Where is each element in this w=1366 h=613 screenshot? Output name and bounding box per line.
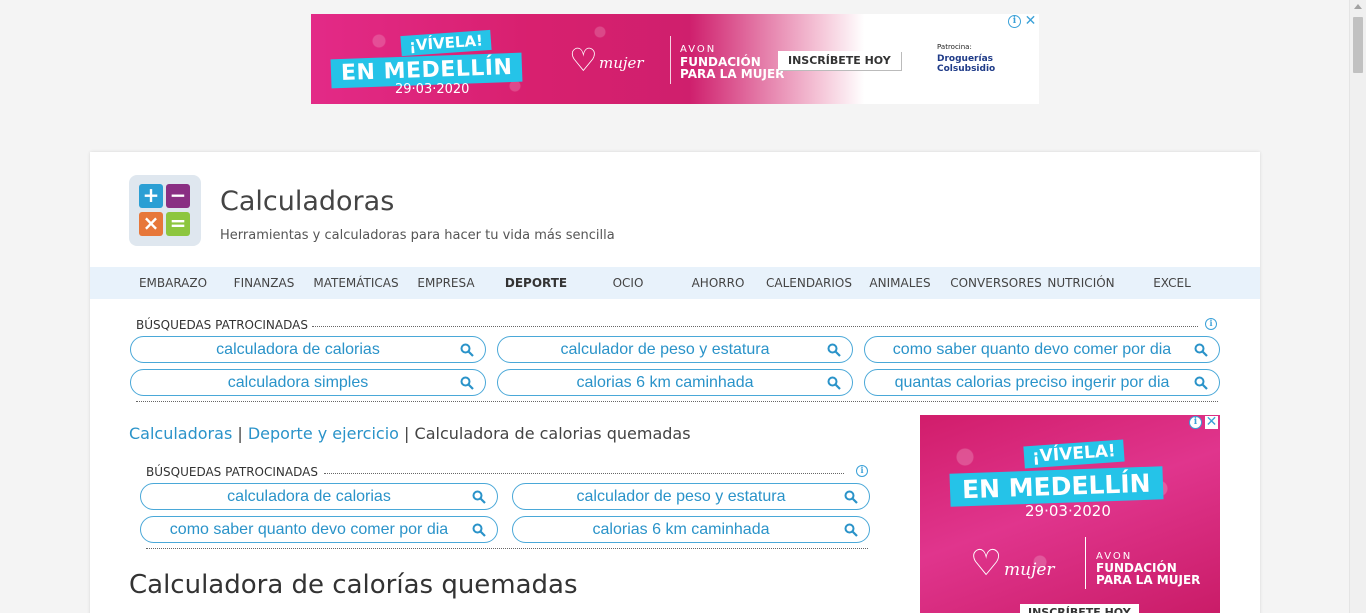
ad-cta-button[interactable]: INSCRÍBETE HOY — [778, 51, 901, 70]
ad-fundacion: FUNDACIÓN PARA LA MUJER — [1096, 562, 1200, 586]
sponsored-searches-label: BÚSQUEDAS PATROCINADAS — [146, 465, 318, 479]
ad-avon: AVON — [680, 44, 717, 55]
ad-brand-logo: ♡ mujer — [569, 36, 659, 88]
ad-brand-text: mujer — [599, 54, 644, 72]
ad-close-icon[interactable]: ✕ — [1205, 415, 1218, 429]
nav-item-finanzas[interactable]: FINANZAS — [226, 267, 302, 299]
side-ad[interactable]: ¡VÍVELA! EN MEDELLÍN 29·03·2020 ♡ mujer … — [920, 415, 1220, 613]
times-icon: × — [139, 212, 163, 236]
dotted-divider — [136, 401, 1218, 402]
breadcrumb-separator: | — [237, 424, 248, 443]
ad-sponsor-name: Droguerías Colsubsidio — [937, 54, 996, 74]
site-logo[interactable]: + − × = — [129, 175, 201, 246]
nav-item-animales[interactable]: ANIMALES — [862, 267, 938, 299]
sponsored-search-link[interactable]: calculadora de calorias — [130, 336, 486, 363]
sponsored-search-text: calculador de peso y estatura — [560, 341, 770, 358]
ad-fundacion-line2: PARA LA MUJER — [680, 67, 785, 81]
nav-item-ahorro[interactable]: AHORRO — [682, 267, 754, 299]
nav-item-embarazo[interactable]: EMBARAZO — [130, 267, 216, 299]
banner-ad[interactable]: ¡VÍVELA! EN MEDELLÍN 29·03·2020 ♡ mujer … — [311, 14, 1039, 104]
ad-divider — [1085, 537, 1086, 589]
breadcrumb: Calculadoras | Deporte y ejercicio | Cal… — [129, 424, 691, 443]
ad-divider — [670, 36, 671, 84]
sponsored-search-link[interactable]: calorias 6 km caminhada — [512, 516, 870, 543]
ad-info-icon[interactable]: i — [1008, 15, 1021, 28]
sponsored-search-link[interactable]: quantas calorias preciso ingerir por dia — [864, 369, 1220, 396]
scroll-up-arrow-icon[interactable] — [1354, 4, 1362, 9]
scrollbar-thumb[interactable] — [1353, 17, 1363, 73]
nav-item-conversores[interactable]: CONVERSORES — [946, 267, 1046, 299]
sponsored-search-link[interactable]: calorias 6 km caminhada — [497, 369, 853, 396]
sponsored-search-text: como saber quanto devo comer por dia — [169, 521, 449, 538]
ad-fundacion: FUNDACIÓN PARA LA MUJER — [680, 56, 784, 80]
sponsored-searches-label: BÚSQUEDAS PATROCINADAS — [136, 318, 308, 332]
ad-fundacion-line2: PARA LA MUJER — [1096, 573, 1201, 587]
minus-icon: − — [166, 184, 190, 208]
ad-brand-text: mujer — [1004, 560, 1055, 580]
info-icon[interactable]: i — [1205, 318, 1217, 330]
nav-item-matematicas[interactable]: MATEMÁTICAS — [308, 267, 404, 299]
page-scrollbar[interactable] — [1349, 0, 1366, 613]
search-icon — [844, 490, 858, 504]
site-tagline: Herramientas y calculadoras para hacer t… — [220, 228, 615, 243]
dotted-divider — [312, 326, 1198, 327]
ad-info-icon[interactable]: i — [1189, 416, 1202, 429]
main-nav: EMBARAZO FINANZAS MATEMÁTICAS EMPRESA DE… — [90, 267, 1260, 299]
ad-brand-logo: ♡ mujer — [970, 540, 1080, 595]
nav-item-ocio[interactable]: OCIO — [595, 267, 661, 299]
site-title[interactable]: Calculadoras — [220, 186, 394, 217]
search-icon — [1194, 343, 1208, 357]
sponsored-search-link[interactable]: calculadora simples — [130, 369, 486, 396]
page-title: Calculadora de calorías quemadas — [129, 570, 578, 600]
sponsored-search-link[interactable]: como saber quanto devo comer por dia — [864, 336, 1220, 363]
nav-item-calendarios[interactable]: CALENDARIOS — [764, 267, 854, 299]
sponsored-search-text: calculadora de calorias — [227, 488, 391, 505]
nav-item-empresa[interactable]: EMPRESA — [410, 267, 482, 299]
ad-sponsor-label: Patrocina: — [937, 43, 972, 51]
ad-close-icon[interactable]: ✕ — [1024, 14, 1037, 28]
breadcrumb-current: Calculadora de calorias quemadas — [414, 424, 691, 443]
breadcrumb-home-link[interactable]: Calculadoras — [129, 424, 232, 443]
search-icon — [827, 343, 841, 357]
sponsored-search-link[interactable]: como saber quanto devo comer por dia — [140, 516, 498, 543]
ad-date: 29·03·2020 — [1025, 502, 1111, 520]
search-icon — [844, 523, 858, 537]
main-card: + − × = Calculadoras Herramientas y calc… — [90, 152, 1260, 613]
dotted-divider — [324, 473, 844, 474]
sponsored-search-link[interactable]: calculador de peso y estatura — [497, 336, 853, 363]
sponsored-search-text: calculadora simples — [227, 374, 369, 391]
sponsored-search-text: como saber quanto devo comer por dia — [892, 341, 1172, 358]
breadcrumb-category-link[interactable]: Deporte y ejercicio — [248, 424, 399, 443]
ad-choices: i ✕ — [1008, 14, 1037, 28]
search-icon — [460, 376, 474, 390]
ad-cta-button[interactable]: INSCRÍBETE HOY — [1020, 604, 1139, 613]
dotted-divider — [146, 548, 868, 549]
ad-choices: i ✕ — [1189, 415, 1218, 429]
sponsored-search-text: calorias 6 km caminhada — [576, 374, 754, 391]
breadcrumb-separator: | — [404, 424, 415, 443]
search-icon — [472, 523, 486, 537]
search-icon — [472, 490, 486, 504]
search-icon — [460, 343, 474, 357]
heart-icon: ♡ — [970, 543, 1003, 584]
sponsored-search-link[interactable]: calculador de peso y estatura — [512, 483, 870, 510]
nav-item-deporte[interactable]: DEPORTE — [496, 267, 576, 299]
nav-item-excel[interactable]: EXCEL — [1142, 267, 1202, 299]
sponsored-search-text: calculador de peso y estatura — [576, 488, 786, 505]
heart-icon: ♡ — [569, 41, 598, 79]
nav-item-nutricion[interactable]: NUTRICIÓN — [1046, 267, 1116, 299]
sponsored-search-text: calorias 6 km caminhada — [592, 521, 770, 538]
plus-icon: + — [139, 184, 163, 208]
sponsored-search-text: calculadora de calorias — [216, 341, 380, 358]
equals-icon: = — [166, 212, 190, 236]
search-icon — [827, 376, 841, 390]
search-icon — [1194, 376, 1208, 390]
ad-date: 29·03·2020 — [395, 82, 470, 97]
sponsored-search-text: quantas calorias preciso ingerir por dia — [894, 374, 1170, 391]
info-icon[interactable]: i — [856, 465, 868, 477]
sponsored-search-link[interactable]: calculadora de calorias — [140, 483, 498, 510]
